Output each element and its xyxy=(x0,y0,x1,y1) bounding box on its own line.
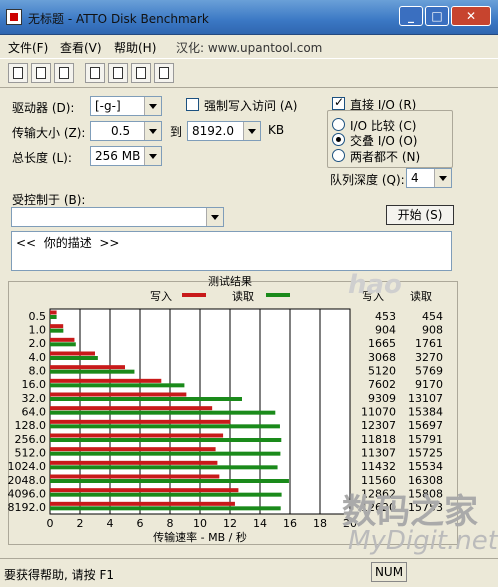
atto-window: 无标题 - ATTO Disk Benchmark _ □ ✕ 文件(F) 查看… xyxy=(0,0,498,587)
chevron-down-icon xyxy=(243,122,260,140)
write-access-label: 强制写入访问 (A) xyxy=(204,99,298,113)
neither-radio[interactable] xyxy=(332,149,345,162)
chevron-down-icon xyxy=(144,97,161,115)
total-length-label: 总长度 (L): xyxy=(12,151,72,165)
toolbar xyxy=(0,58,498,88)
queue-depth-value: 4 xyxy=(411,171,419,185)
drive-select[interactable]: [-g-] xyxy=(90,96,162,116)
print-preview-icon[interactable] xyxy=(108,63,128,83)
controlled-by-label: 受控制于 (B): xyxy=(12,193,86,207)
start-button[interactable]: 开始 (S) xyxy=(386,205,454,225)
menu-file[interactable]: 文件(F) xyxy=(8,39,48,56)
transfer-to-select[interactable]: 8192.0 xyxy=(187,121,261,141)
description-field[interactable]: << 你的描述 >> xyxy=(11,231,452,271)
transfer-to-value: 8192.0 xyxy=(192,124,234,138)
status-bar: 要获得帮助, 请按 F1 NUM xyxy=(0,558,498,587)
transfer-from-select[interactable]: 0.5 xyxy=(90,121,162,141)
total-length-select[interactable]: 256 MB xyxy=(90,146,162,166)
io-compare-radio[interactable] xyxy=(332,118,345,131)
open-icon[interactable] xyxy=(31,63,51,83)
chevron-down-icon xyxy=(206,208,223,226)
menu-credit: 汉化: www.upantool.com xyxy=(176,41,323,55)
maximize-button[interactable]: □ xyxy=(425,6,449,26)
transfer-label: 传输大小 (Z): xyxy=(12,126,86,140)
chevron-down-icon xyxy=(144,147,161,165)
total-length-value: 256 MB xyxy=(95,149,141,163)
watermark-hao: hao xyxy=(348,270,402,300)
to-label: 到 xyxy=(170,125,183,139)
kb-label: KB xyxy=(268,123,285,137)
minimize-button[interactable]: _ xyxy=(399,6,423,26)
move-icon[interactable] xyxy=(131,63,151,83)
watermark-site-en: MyDigit.net xyxy=(348,526,498,556)
new-icon[interactable] xyxy=(8,63,28,83)
num-lock-indicator: NUM xyxy=(371,562,407,582)
queue-depth-label: 队列深度 (Q): xyxy=(330,173,405,187)
status-text: 要获得帮助, 请按 F1 xyxy=(4,568,114,582)
drive-label: 驱动器 (D): xyxy=(12,101,75,115)
controlled-by-select[interactable] xyxy=(11,207,224,227)
menu-view[interactable]: 查看(V) xyxy=(60,39,102,56)
help-icon[interactable] xyxy=(154,63,174,83)
queue-depth-select[interactable]: 4 xyxy=(406,168,452,188)
menu-bar: 文件(F) 查看(V) 帮助(H) 汉化: www.upantool.com xyxy=(0,35,498,57)
overlap-io-label: 交叠 I/O (O) xyxy=(350,134,418,148)
overlap-io-radio[interactable] xyxy=(332,133,345,146)
drive-value: [-g-] xyxy=(95,99,121,113)
write-access-checkbox[interactable] xyxy=(186,98,199,111)
chevron-down-icon xyxy=(144,122,161,140)
menu-help[interactable]: 帮助(H) xyxy=(114,39,156,56)
chevron-down-icon xyxy=(434,169,451,187)
app-icon xyxy=(6,9,22,25)
print-icon[interactable] xyxy=(85,63,105,83)
title-bar[interactable]: 无标题 - ATTO Disk Benchmark _ □ ✕ xyxy=(0,0,498,35)
transfer-from-value: 0.5 xyxy=(111,124,131,138)
description-text: << 你的描述 >> xyxy=(16,236,120,250)
save-icon[interactable] xyxy=(54,63,74,83)
close-button[interactable]: ✕ xyxy=(451,6,491,26)
window-title: 无标题 - ATTO Disk Benchmark xyxy=(28,12,209,26)
direct-io-checkbox[interactable] xyxy=(332,95,345,110)
neither-label: 两者都不 (N) xyxy=(350,150,421,164)
